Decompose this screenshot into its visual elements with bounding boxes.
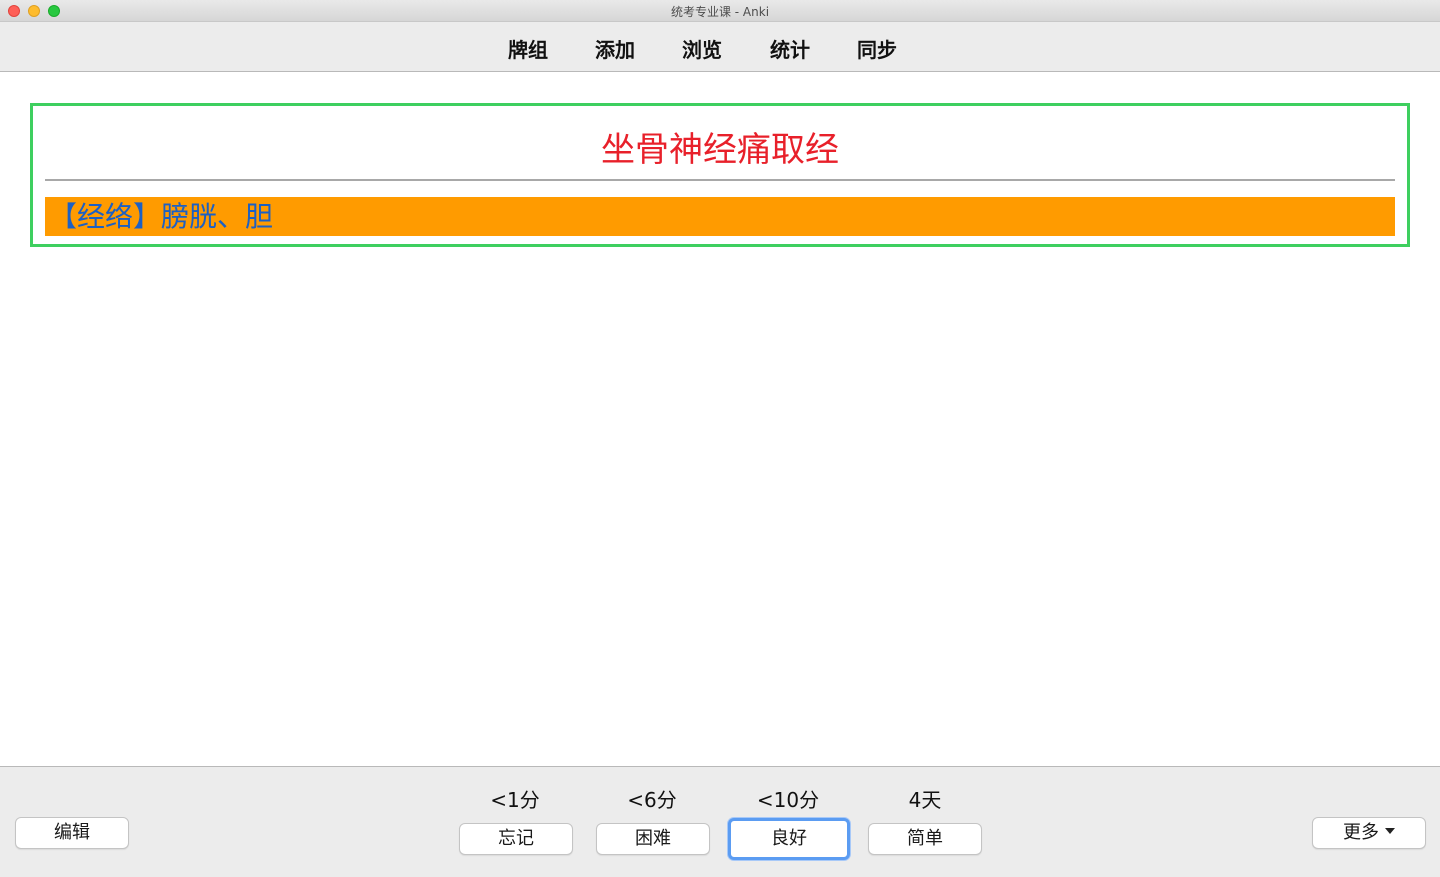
- toolbar-add[interactable]: 添加: [595, 34, 635, 63]
- edit-button[interactable]: 编辑: [15, 817, 129, 849]
- toolbar-browse[interactable]: 浏览: [682, 34, 722, 63]
- review-bottom-bar: 编辑 <1分 <6分 <10分 4天 忘记 困难 良好 简单 更多: [0, 766, 1440, 877]
- main-toolbar: 牌组 添加 浏览 统计 同步: [0, 22, 1440, 72]
- easy-button[interactable]: 简单: [868, 823, 982, 855]
- interval-good: <10分: [756, 788, 820, 812]
- interval-easy: 4天: [908, 788, 942, 812]
- more-label: 更多: [1343, 822, 1379, 843]
- toolbar-sync[interactable]: 同步: [857, 34, 897, 63]
- window-title: 统考专业课 - Anki: [670, 5, 770, 19]
- answer-divider: [45, 179, 1395, 181]
- interval-hard: <6分: [627, 788, 677, 812]
- interval-again: <1分: [490, 788, 540, 812]
- good-button[interactable]: 良好: [728, 818, 850, 860]
- card-view: 坐骨神经痛取经 【经络】膀胱、胆: [0, 72, 1440, 766]
- toolbar-stats[interactable]: 统计: [770, 34, 810, 63]
- card-front-text: 坐骨神经痛取经: [601, 130, 839, 170]
- toolbar-decks[interactable]: 牌组: [508, 34, 548, 63]
- card-frame: 坐骨神经痛取经 【经络】膀胱、胆: [30, 103, 1410, 247]
- caret-down-icon: [1385, 828, 1395, 834]
- card-back-text: 【经络】膀胱、胆: [45, 197, 1395, 236]
- again-button[interactable]: 忘记: [459, 823, 573, 855]
- more-button[interactable]: 更多: [1312, 817, 1426, 849]
- title-bar: 统考专业课 - Anki: [0, 0, 1440, 22]
- anki-window: 统考专业课 - Anki 牌组 添加 浏览 统计 同步 坐骨神经痛取经 【经络】…: [0, 0, 1440, 877]
- hard-button[interactable]: 困难: [596, 823, 710, 855]
